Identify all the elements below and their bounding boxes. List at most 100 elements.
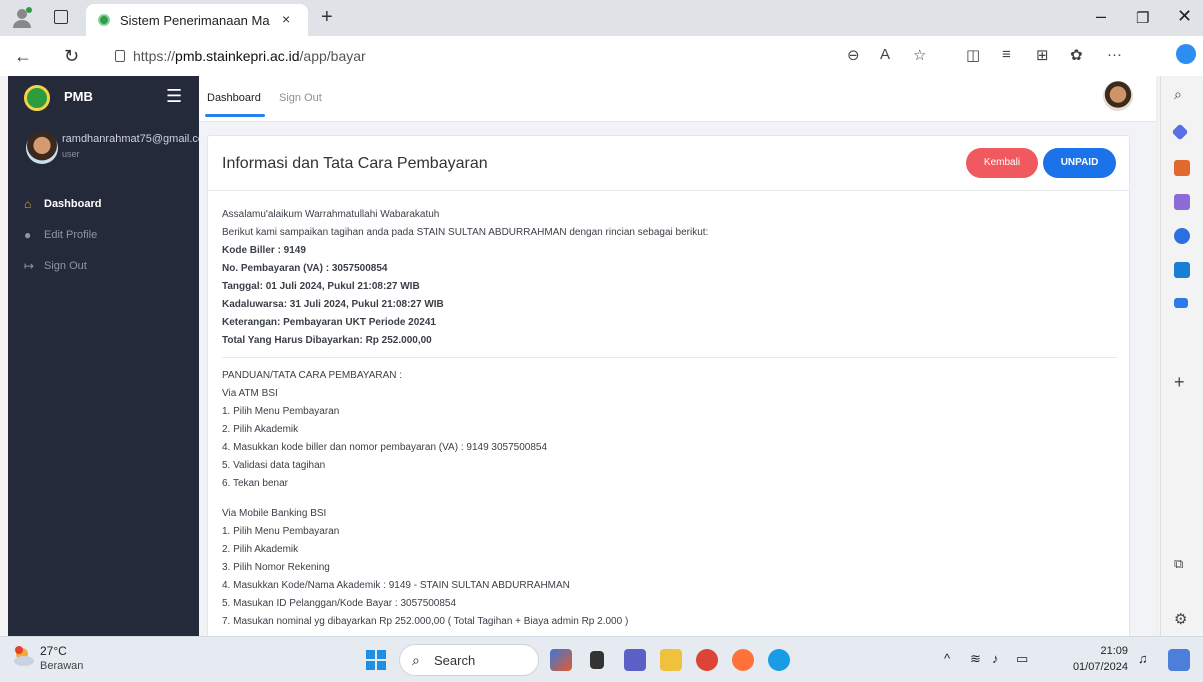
firefox-icon[interactable] [732, 649, 754, 671]
volume-icon[interactable]: ♪ [992, 651, 999, 666]
brand-name: PMB [64, 89, 93, 104]
taskbar-app-icon[interactable] [550, 649, 572, 671]
detail-line: No. Pembayaran (VA) : 3057500854 [222, 263, 388, 274]
user-icon: ● [24, 227, 32, 242]
tab-title: Sistem Penerimanaan Mahasiswa [120, 13, 270, 28]
app-tray-icon[interactable] [1168, 649, 1190, 671]
tools-icon[interactable] [1174, 194, 1190, 210]
collections-icon[interactable]: ⊞ [1036, 46, 1049, 64]
page-scrollbar[interactable] [1156, 76, 1158, 636]
card-body: Assalamu'alaikum Warrahmatullahi Wabarak… [222, 206, 1117, 631]
task-view-icon[interactable] [590, 651, 604, 669]
shopping-icon[interactable] [1174, 160, 1190, 176]
copilot-icon[interactable] [1176, 44, 1196, 64]
top-avatar[interactable] [1103, 81, 1133, 111]
detail-line: Tanggal: 01 Juli 2024, Pukul 21:08:27 WI… [222, 281, 420, 292]
read-aloud-icon[interactable]: A [880, 46, 890, 63]
step-line: 4. Masukkan kode biller dan nomor pembay… [222, 442, 548, 453]
hamburger-menu-icon[interactable]: ☰ [166, 86, 182, 107]
sidebar-item-dashboard[interactable]: ⌂ Dashboard [8, 188, 199, 219]
screenshot-icon[interactable]: ⧉ [1174, 556, 1190, 572]
refresh-icon[interactable]: ↻ [64, 46, 79, 67]
back-arrow-icon[interactable]: ← [14, 46, 32, 67]
address-bar: ← ↻ https://pmb.stainkepri.ac.id/app/bay… [0, 36, 1203, 76]
new-tab-button[interactable]: + [321, 6, 333, 29]
weather-cloud-icon[interactable] [12, 645, 36, 669]
web-page: PMB ☰ ramdhanrahmat75@gmail.com user ⌂ D… [8, 76, 1158, 636]
sidebar-item-label: Dashboard [44, 197, 102, 210]
edge-sidebar: ⌕ + ⧉ ⚙ [1160, 76, 1203, 636]
step-line: 6. Tekan benar [222, 478, 288, 489]
atm-title: Via ATM BSI [222, 388, 278, 399]
nav-dashboard-link[interactable]: Dashboard [205, 92, 265, 117]
divider [222, 357, 1117, 358]
taskbar-search[interactable]: ⌕ Search [399, 644, 539, 676]
search-icon[interactable]: ⌕ [1174, 86, 1190, 102]
step-line: 2. Pilih Akademik [222, 544, 299, 555]
split-screen-icon[interactable]: ◫ [966, 46, 980, 64]
step-line: 1. Pilih Menu Pembayaran [222, 406, 340, 417]
browser-tab-bar: Sistem Penerimanaan Mahasiswa × + – ❐ ✕ [0, 0, 1203, 36]
mobile-title: Via Mobile Banking BSI [222, 508, 327, 519]
sidebar-item-label: Edit Profile [44, 228, 98, 241]
detail-line: Total Yang Harus Dibayarkan: Rp 252.000,… [222, 335, 432, 346]
tag-icon[interactable] [1171, 123, 1189, 141]
greeting-text: Assalamu'alaikum Warrahmatullahi Wabarak… [222, 209, 440, 220]
tab-close-icon[interactable]: × [282, 11, 290, 27]
windows-start-icon[interactable] [366, 650, 386, 670]
step-line: 5. Masukan ID Pelanggan/Kode Bayar : 305… [222, 598, 457, 609]
clock-time: 21:09 [1100, 645, 1128, 657]
outlook-icon[interactable] [1174, 262, 1190, 278]
intro-text: Berikut kami sampaikan tagihan anda pada… [222, 227, 709, 238]
sidebar-avatar [26, 132, 58, 164]
settings-gear-icon[interactable]: ⚙ [1174, 610, 1190, 628]
file-explorer-icon[interactable] [660, 649, 682, 671]
more-menu-icon[interactable]: ··· [1107, 46, 1122, 63]
site-favicon-icon [98, 14, 110, 26]
games-icon[interactable] [1174, 228, 1190, 244]
chrome-icon[interactable] [696, 649, 718, 671]
card-header: Informasi dan Tata Cara Pembayaran Kemba… [208, 136, 1129, 191]
sidebar-menu: ⌂ Dashboard ● Edit Profile ↦ Sign Out [8, 188, 199, 281]
sidebar-item-label: Sign Out [44, 259, 87, 272]
favorites-icon[interactable]: ≡ [1002, 46, 1011, 63]
sidebar-item-sign-out[interactable]: ↦ Sign Out [8, 250, 199, 281]
add-icon[interactable]: + [1174, 372, 1190, 392]
guide-title: PANDUAN/TATA CARA PEMBAYARAN : [222, 370, 403, 381]
search-placeholder: Search [434, 653, 476, 668]
detail-line: Keterangan: Pembayaran UKT Periode 20241 [222, 317, 436, 328]
payment-status-button[interactable]: UNPAID [1043, 148, 1116, 178]
top-navigation: Dashboard Sign Out [199, 76, 1158, 122]
tab-actions-icon[interactable] [54, 10, 68, 24]
payment-info-card: Informasi dan Tata Cara Pembayaran Kemba… [207, 135, 1130, 636]
home-icon: ⌂ [24, 196, 32, 211]
notification-bell-icon[interactable]: ♫ [1138, 651, 1148, 666]
tray-chevron-icon[interactable]: ^ [944, 651, 950, 666]
wifi-icon[interactable]: ≋ [970, 651, 981, 667]
nav-sign-out-link[interactable]: Sign Out [279, 92, 322, 104]
clock-date: 01/07/2024 [1072, 661, 1128, 673]
browser-tab[interactable]: Sistem Penerimanaan Mahasiswa × [86, 4, 308, 36]
edge-icon[interactable] [768, 649, 790, 671]
restore-icon[interactable]: ❐ [1136, 9, 1149, 27]
favorite-star-icon[interactable]: ☆ [913, 46, 926, 64]
browser-profile-icon[interactable] [10, 6, 34, 30]
user-email: ramdhanrahmat75@gmail.com [62, 133, 199, 145]
step-line: 5. Validasi data tagihan [222, 460, 326, 471]
telegram-icon[interactable] [1174, 298, 1188, 308]
teams-icon[interactable] [624, 649, 646, 671]
clock[interactable]: 21:09 01/07/2024 [1070, 643, 1128, 675]
extension-icon[interactable]: ✿ [1070, 46, 1083, 64]
sign-out-icon: ↦ [24, 258, 35, 273]
detail-line: Kadaluwarsa: 31 Juli 2024, Pukul 21:08:2… [222, 299, 444, 310]
zoom-icon[interactable]: ⊖ [847, 46, 860, 64]
taskbar: 27°C Berawan ⌕ Search ^ ≋ ♪ ▭ 21:09 01/0… [0, 636, 1203, 682]
battery-icon[interactable]: ▭ [1016, 651, 1028, 667]
close-window-icon[interactable]: ✕ [1177, 6, 1192, 27]
back-button[interactable]: Kembali [966, 148, 1038, 178]
sidebar-item-edit-profile[interactable]: ● Edit Profile [8, 219, 199, 250]
url-field[interactable]: https://pmb.stainkepri.ac.id/app/bayar [133, 48, 366, 64]
minimize-icon[interactable]: – [1096, 6, 1106, 27]
lock-icon[interactable] [115, 50, 125, 62]
